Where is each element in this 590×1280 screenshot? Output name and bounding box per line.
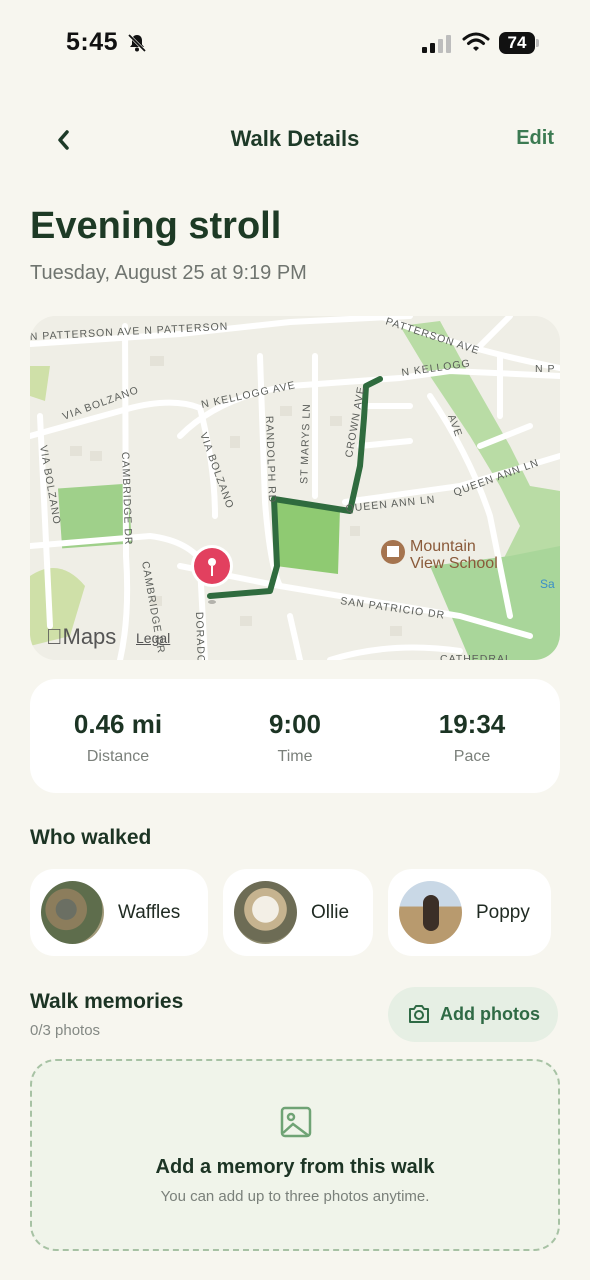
stats-card: 0.46 mi Distance 9:00 Time 19:34 Pace — [30, 679, 560, 793]
legal-link[interactable]: Legal — [136, 630, 170, 646]
apple-logo-icon:  — [46, 624, 63, 649]
signal-icon — [422, 35, 451, 53]
battery-level: 74 — [499, 32, 535, 54]
dog-chip-poppy[interactable]: Poppy — [388, 869, 551, 956]
camera-icon — [409, 1005, 429, 1023]
maps-attribution: Maps — [46, 624, 116, 649]
dog-name: Ollie — [311, 902, 350, 923]
edit-button[interactable]: Edit — [516, 127, 554, 150]
svg-text:CATHEDRAL: CATHEDRAL — [440, 653, 512, 660]
poi-label-line2: View School — [410, 555, 498, 572]
school-icon — [387, 546, 399, 557]
who-walked-heading: Who walked — [30, 826, 152, 849]
stat-time: 9:00 Time — [207, 709, 383, 766]
stat-label: Distance — [86, 748, 150, 765]
dog-name: Waffles — [118, 902, 181, 923]
route-start-pin — [191, 545, 233, 604]
avatar — [234, 881, 297, 944]
bell-muted-icon — [127, 33, 147, 53]
dog-chip-ollie[interactable]: Ollie — [223, 869, 373, 956]
dog-name: Poppy — [476, 902, 530, 923]
stat-value: 9:00 — [268, 709, 322, 739]
photos-count: 0/3 photos — [30, 1022, 101, 1039]
stat-pace: 19:34 Pace — [384, 709, 560, 766]
empty-memory-subtitle: You can add up to three photos anytime. — [160, 1188, 430, 1205]
svg-text:Sa: Sa — [540, 577, 555, 591]
route-map[interactable]: N PATTERSON AVE N PATTERSON PATTERSON AV… — [30, 316, 560, 660]
stat-distance: 0.46 mi Distance — [30, 709, 206, 766]
walk-title: Evening stroll — [30, 205, 282, 247]
walk-memories-heading: Walk memories — [30, 990, 184, 1013]
empty-memory-title: Add a memory from this walk — [155, 1156, 435, 1178]
stat-value: 19:34 — [438, 709, 506, 739]
walk-date: Tuesday, August 25 at 9:19 PM — [30, 262, 307, 284]
add-photos-button[interactable]: Add photos — [388, 987, 558, 1042]
stat-label: Pace — [453, 748, 491, 765]
wifi-icon — [462, 32, 490, 51]
dog-chip-waffles[interactable]: Waffles — [30, 869, 208, 956]
svg-text:DORADO: DORADO — [193, 612, 207, 660]
avatar — [399, 881, 462, 944]
svg-text:N P: N P — [535, 363, 556, 375]
map-canvas: N PATTERSON AVE N PATTERSON PATTERSON AV… — [30, 316, 560, 660]
add-photos-label: Add photos — [440, 1004, 540, 1024]
battery-nub — [536, 39, 539, 47]
stat-label: Time — [277, 748, 313, 765]
poi-label-line1: Mountain — [410, 538, 476, 555]
page-title: Walk Details — [230, 126, 360, 151]
avatar — [41, 881, 104, 944]
image-icon — [280, 1106, 312, 1138]
status-time: 5:45 — [66, 28, 119, 56]
add-memory-dropzone[interactable]: Add a memory from this walk You can add … — [30, 1059, 560, 1251]
stat-value: 0.46 mi — [73, 709, 163, 739]
